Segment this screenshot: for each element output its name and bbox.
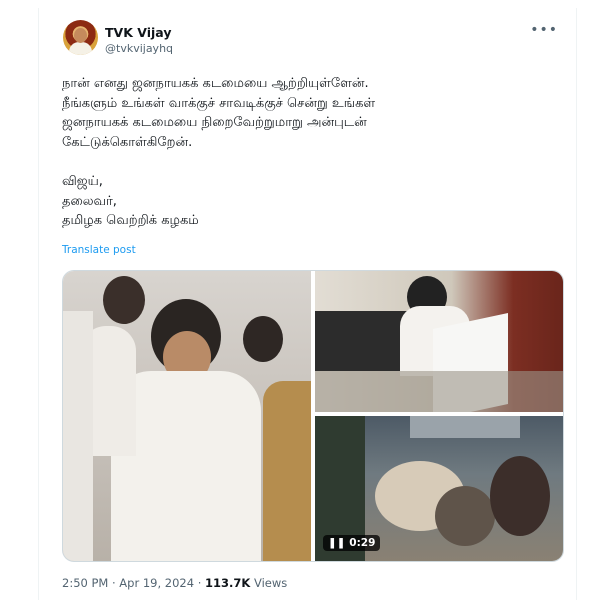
avatar[interactable] (63, 20, 98, 55)
signature-line: விஜய், (62, 174, 103, 189)
post-line: கேட்டுக்கொள்கிறேன். (62, 134, 193, 150)
meta-separator: · (197, 576, 202, 590)
author-handle[interactable]: @tvkvijayhq (105, 42, 173, 55)
signature-line: தலைவர், (62, 193, 117, 209)
photo-voting-booth[interactable] (315, 271, 563, 412)
media-grid: ❚❚ 0:29 (62, 270, 564, 562)
post-line: நான் எனது ஜனநாயகக் கடமையை ஆற்றியுள்ளேன். (62, 76, 369, 91)
post-meta: 2:50 PM · Apr 19, 2024 · 113.7K Views (62, 576, 287, 590)
avatar-shirt (69, 42, 92, 55)
post-line: நீங்களும் உங்கள் வாக்குச் சாவடிக்குச் செ… (62, 95, 376, 111)
author-name[interactable]: TVK Vijay (105, 25, 171, 40)
avatar-face (74, 28, 87, 43)
post-text: நான் எனது ஜனநாயகக் கடமையை ஆற்றியுள்ளேன்.… (62, 74, 542, 231)
post-line: ஜனநாயகக் கடமையை நிறைவேற்றுமாறு அன்புடன் (62, 115, 367, 130)
more-horizontal-icon[interactable]: ••• (530, 22, 558, 38)
video-crowd[interactable]: ❚❚ 0:29 (315, 416, 563, 561)
views-count: 113.7K (205, 576, 251, 590)
pause-icon[interactable]: ❚❚ (328, 537, 346, 549)
views-label: Views (254, 576, 288, 590)
signature-line: தமிழக வெற்றிக் கழகம் (62, 213, 199, 228)
translate-post-link[interactable]: Translate post (62, 244, 136, 256)
video-duration: 0:29 (349, 537, 376, 549)
timestamp[interactable]: 2:50 PM · Apr 19, 2024 (62, 576, 194, 590)
tweet-card: TVK Vijay @tvkvijayhq ••• நான் எனது ஜனநா… (38, 8, 577, 600)
photo-voting-queue[interactable] (63, 271, 311, 561)
video-duration-badge: ❚❚ 0:29 (323, 535, 381, 551)
